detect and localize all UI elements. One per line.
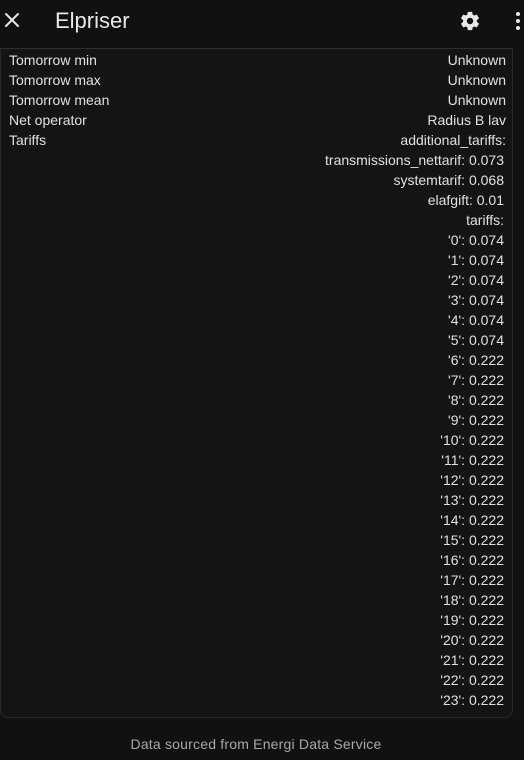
tariff-value-line: '7': 0.222 [448, 372, 504, 388]
tariff-value-line: elafgift: 0.01 [427, 192, 504, 208]
tariff-value-line: '21': 0.222 [440, 652, 504, 668]
tariff-value-line: '23': 0.222 [440, 692, 504, 708]
attributes-card: Tomorrow min Unknown Tomorrow max Unknown To… [0, 48, 513, 718]
gear-icon [461, 11, 479, 31]
close-icon [5, 13, 19, 27]
tariff-value-line: '4': 0.074 [448, 312, 504, 328]
close-button[interactable] [0, 5, 24, 35]
tariff-value-line: '20': 0.222 [440, 632, 504, 648]
tariff-value-line: '5': 0.074 [448, 332, 504, 348]
dialog-title: Elpriser [55, 8, 130, 33]
attribute-key: Net operator [9, 112, 87, 128]
attribute-value: additional_tariffs: [400, 132, 506, 148]
tariff-value-line: '1': 0.074 [448, 252, 504, 268]
tariff-value-line: '15': 0.222 [440, 532, 504, 548]
attribute-value: Unknown [447, 72, 506, 88]
attribute-row: Tariffs additional_tariffs: [9, 130, 506, 150]
tariff-value-line: '3': 0.074 [448, 292, 504, 308]
dialog-header: Elpriser [0, 0, 524, 42]
tariff-value-line: '2': 0.074 [448, 272, 504, 288]
tariff-value-line: '18': 0.222 [440, 592, 504, 608]
tariff-value-line: '13': 0.222 [440, 492, 504, 508]
tariff-value-line: '14': 0.222 [440, 512, 504, 528]
tariff-value-line: '22': 0.222 [440, 672, 504, 688]
data-source-footer: Data sourced from Energi Data Service [130, 736, 382, 752]
attribute-row: Net operator Radius B lav [9, 110, 506, 130]
tariff-value-line: transmissions_nettarif: 0.073 [325, 152, 504, 168]
attribute-row: Tomorrow max Unknown [9, 70, 506, 90]
tariff-value-line: '11': 0.222 [441, 452, 504, 468]
tariff-value-line: tariffs: [466, 212, 504, 228]
attribute-key: Tomorrow mean [9, 92, 110, 108]
tariff-value-line: '9': 0.222 [448, 412, 504, 428]
tariff-value-line: '17': 0.222 [440, 572, 504, 588]
attribute-row: Tomorrow min Unknown [9, 50, 506, 70]
tariff-value-line: '10': 0.222 [440, 432, 504, 448]
attribute-value: Unknown [447, 92, 506, 108]
attribute-row: Tomorrow mean Unknown [9, 90, 506, 110]
tariff-value-line: '16': 0.222 [440, 552, 504, 568]
more-options-button[interactable] [512, 9, 524, 33]
attribute-value: Radius B lav [427, 112, 506, 128]
attribute-key: Tomorrow min [9, 52, 97, 68]
attribute-value: Unknown [447, 52, 506, 68]
tariff-value-line: '8': 0.222 [448, 392, 504, 408]
tariff-value-line: systemtarif: 0.068 [393, 172, 505, 188]
attribute-key: Tariffs [9, 132, 47, 148]
tariff-value-line: '19': 0.222 [440, 612, 504, 628]
more-vertical-icon [516, 12, 520, 30]
settings-button[interactable] [458, 9, 482, 33]
tariff-value-line: '0': 0.074 [448, 232, 504, 248]
more-info-dialog: Elpriser Tomorrow min Unknown Tomorrow max… [0, 0, 524, 760]
tariff-value-line: '12': 0.222 [440, 472, 504, 488]
attribute-key: Tomorrow max [9, 72, 101, 88]
tariff-value-line: '6': 0.222 [448, 352, 504, 368]
